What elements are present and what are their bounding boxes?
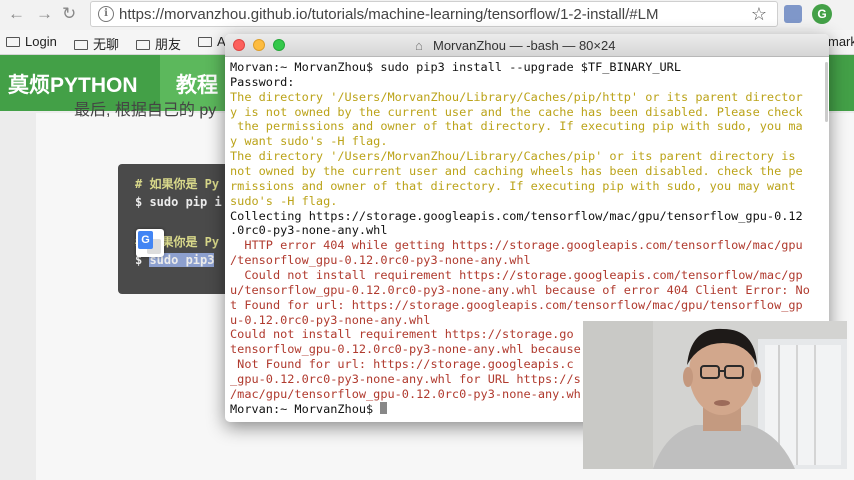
bookmark-overflow[interactable]: mark xyxy=(828,34,854,49)
grammarly-extension-icon[interactable]: G xyxy=(812,4,832,24)
terminal-prompt: Morvan:~ MorvanZhou$ xyxy=(230,401,381,416)
folder-icon xyxy=(6,37,20,47)
terminal-line: Password: xyxy=(230,74,295,89)
minimize-window-button[interactable] xyxy=(253,39,265,51)
back-icon[interactable]: ← xyxy=(8,4,25,24)
terminal-line: rmissions and owner of that directory. I… xyxy=(230,178,796,193)
address-bar[interactable]: i https://morvanzhou.github.io/tutorials… xyxy=(90,1,778,27)
nav-tab-label: 教程 xyxy=(176,74,218,97)
terminal-line: u/tensorflow_gpu-0.12.0rc0-py3-none-any.… xyxy=(230,282,810,297)
terminal-scrollbar[interactable] xyxy=(825,62,828,122)
text-cursor xyxy=(380,401,388,414)
terminal-line: Could not install requirement https://st… xyxy=(230,268,803,283)
folder-icon xyxy=(136,40,150,50)
terminal-line: /tensorflow_gpu-0.12.0rc0-py3-none-any.w… xyxy=(230,253,531,268)
terminal-line: The directory '/Users/MorvanZhou/Library… xyxy=(230,149,796,164)
terminal-line: The directory '/Users/MorvanZhou/Library… xyxy=(230,89,803,104)
browser-toolbar: ← → ↻ i https://morvanzhou.github.io/tut… xyxy=(0,0,854,30)
folder-icon xyxy=(198,37,212,47)
terminal-line: Morvan:~ MorvanZhou$ sudo pip3 install -… xyxy=(230,60,682,74)
bookmark-star-icon[interactable]: ☆ xyxy=(751,4,767,25)
terminal-line: y want sudo's -H flag. xyxy=(230,134,388,149)
translate-extension-icon[interactable] xyxy=(784,5,802,23)
presenter-image xyxy=(583,321,847,469)
bookmark-wuliao[interactable]: 无聊 xyxy=(74,34,119,53)
bookmark-label: Login xyxy=(25,34,57,49)
code-line: $ sudo pip i xyxy=(135,195,222,209)
translate-popup-icon[interactable]: G xyxy=(136,229,164,257)
zoom-window-button[interactable] xyxy=(273,39,285,51)
webcam-overlay xyxy=(583,321,847,469)
terminal-line: not owned by the current user and cachin… xyxy=(230,164,803,179)
bookmark-pengyou[interactable]: 朋友 xyxy=(136,34,181,53)
home-folder-icon: ⌂ xyxy=(415,38,423,53)
bookmark-label: 无聊 xyxy=(93,37,120,52)
close-window-button[interactable] xyxy=(233,39,245,51)
terminal-title-bar[interactable]: ⌂ MorvanZhou — -bash — 80×24 xyxy=(225,34,829,57)
info-icon[interactable]: i xyxy=(98,6,114,22)
bookmark-ai[interactable]: Al xyxy=(198,34,229,49)
terminal-line: y is not owned by the current user and t… xyxy=(230,104,803,119)
terminal-line: .0rc0-py3-none-any.whl xyxy=(230,223,388,238)
terminal-line: the permissions and owner of that direct… xyxy=(230,119,803,134)
folder-icon xyxy=(74,40,88,50)
terminal-line: HTTP error 404 while getting https://sto… xyxy=(230,238,803,253)
bookmark-label: 朋友 xyxy=(155,37,182,52)
terminal-line: t Found for url: https://storage.googlea… xyxy=(230,297,803,312)
forward-icon[interactable]: → xyxy=(36,4,53,24)
reload-icon[interactable]: ↻ xyxy=(62,4,76,24)
url-text[interactable]: https://morvanzhou.github.io/tutorials/m… xyxy=(119,6,658,23)
code-line: # 如果你是 Py xyxy=(135,177,220,191)
terminal-line: Collecting https://storage.googleapis.co… xyxy=(230,208,803,223)
site-logo[interactable]: 莫烦PYTHON xyxy=(8,69,138,99)
bookmark-login[interactable]: Login xyxy=(6,34,57,49)
terminal-line: sudo's -H flag. xyxy=(230,193,338,208)
article-paragraph: 最后, 根据自己的 py xyxy=(74,102,217,119)
terminal-title: MorvanZhou — -bash — 80×24 xyxy=(433,38,616,53)
